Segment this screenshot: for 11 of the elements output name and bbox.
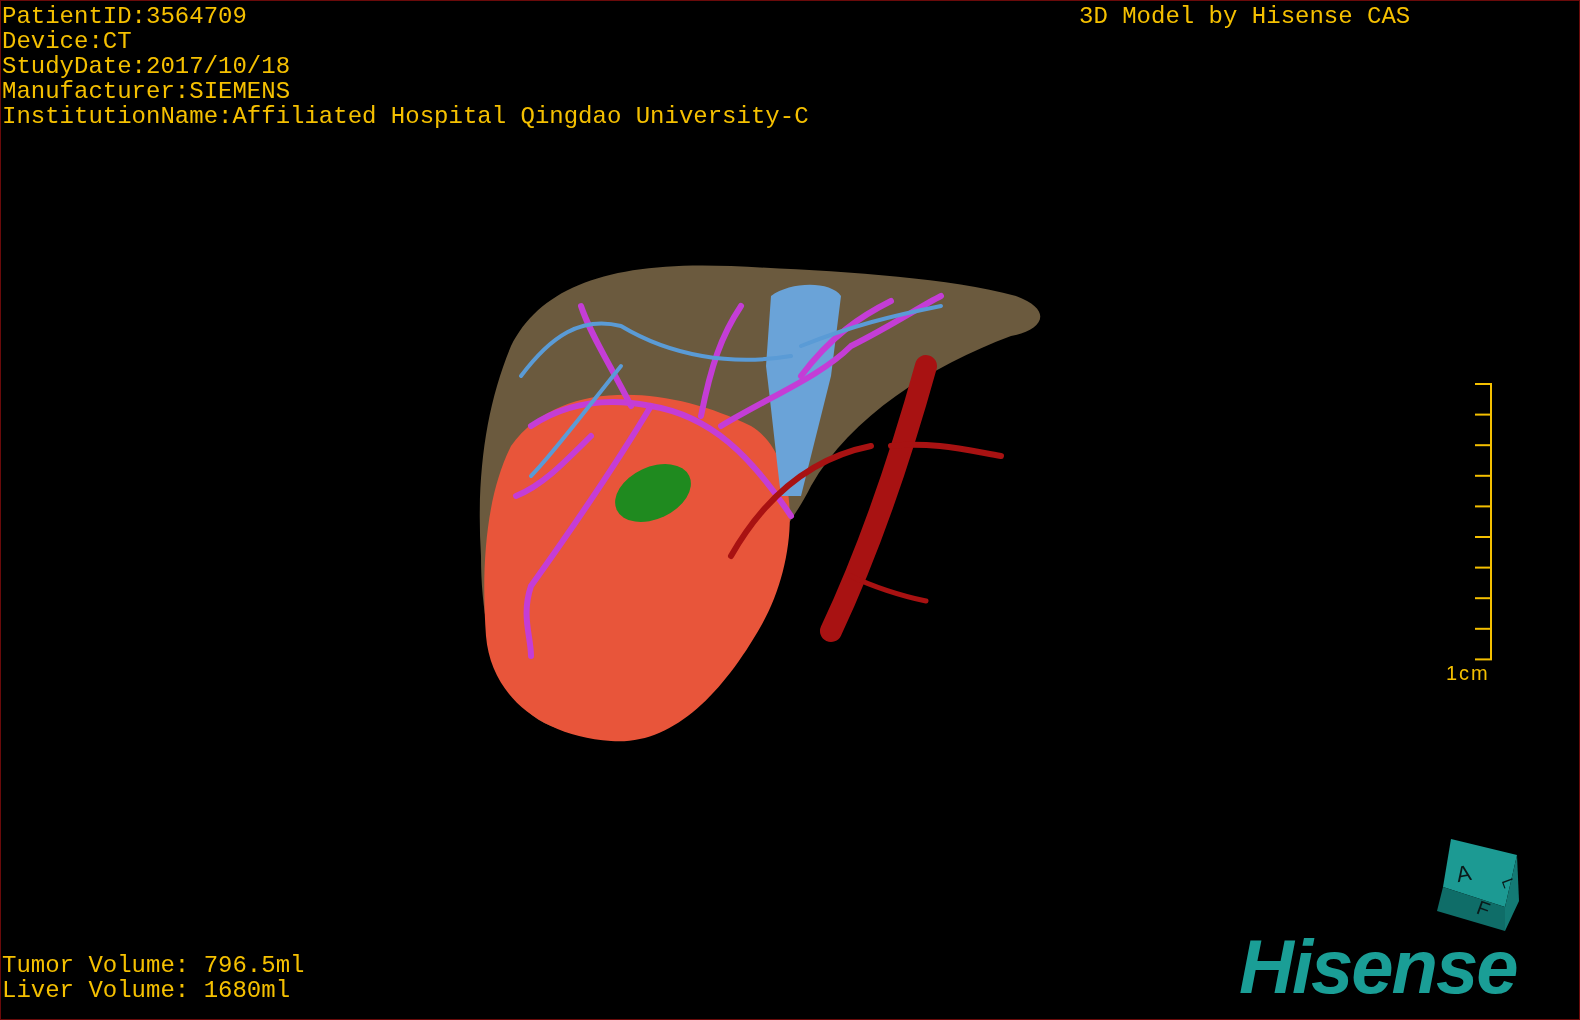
patient-info-line: Device:CT (2, 29, 132, 54)
3d-viewport[interactable] (0, 0, 1580, 1020)
brand-logo: Hisense (1239, 927, 1517, 1007)
volume-reading: Liver Volume: 1680ml (2, 978, 291, 1003)
patient-info-line: InstitutionName:Affiliated Hospital Qingdao University-C (2, 104, 809, 129)
scale-label: 1cm (1446, 662, 1490, 684)
patient-info-line: PatientID:3564709 (2, 4, 247, 29)
app-title: 3D Model by Hisense CAS (1079, 4, 1411, 29)
patient-info-line: Manufacturer:SIEMENS (2, 79, 291, 104)
patient-info-line: StudyDate:2017/10/18 (2, 54, 291, 79)
volume-reading: Tumor Volume: 796.5ml (2, 953, 305, 978)
